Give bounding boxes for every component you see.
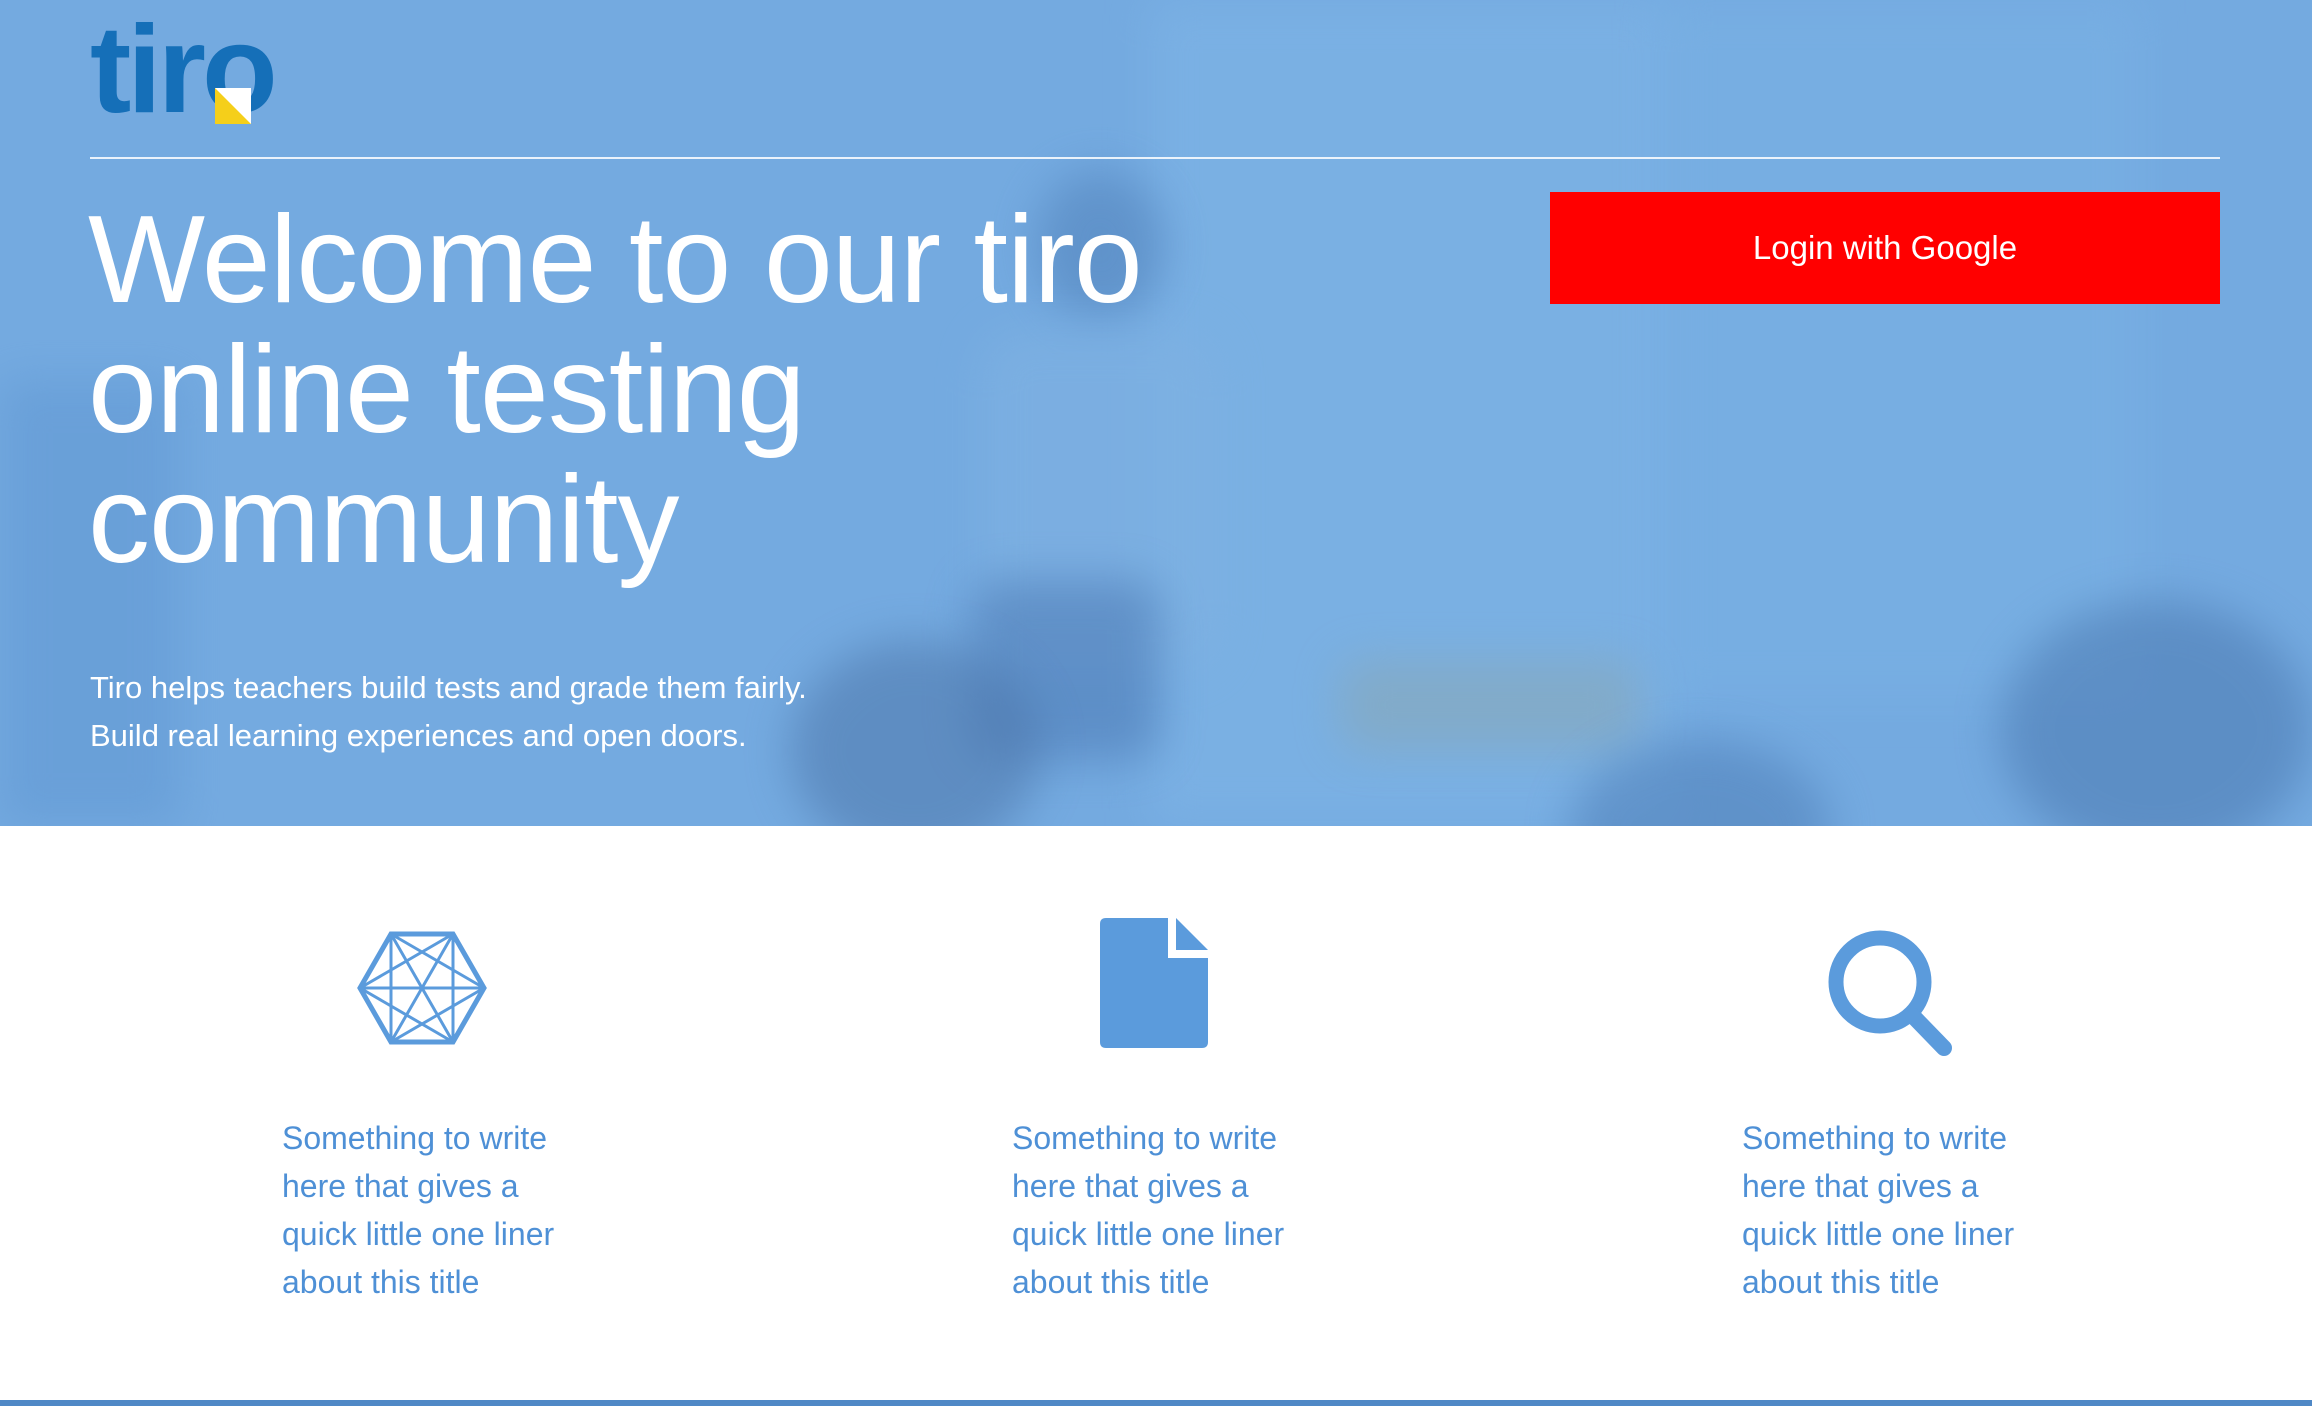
document-icon bbox=[1100, 918, 1208, 1048]
search-icon bbox=[1828, 930, 1952, 1056]
header-divider bbox=[90, 157, 2220, 159]
hero-subtitle: Tiro helps teachers build tests and grad… bbox=[90, 664, 1090, 760]
feature-description: Something to write here that gives a qui… bbox=[1012, 1120, 1285, 1300]
features-section: Something to write here that gives a qui… bbox=[0, 826, 2312, 1406]
hero-title: Welcome to our tiro online testing commu… bbox=[88, 191, 1143, 589]
hero-subtitle-line: Tiro helps teachers build tests and grad… bbox=[90, 670, 807, 705]
tiro-logo[interactable]: tiro bbox=[90, 1, 300, 139]
hexagon-network-icon bbox=[357, 931, 487, 1045]
hero-section: tiro Welcome to our tiro online testing … bbox=[0, 0, 2312, 826]
footer-divider bbox=[0, 1400, 2312, 1406]
hero-subtitle-line: Build real learning experiences and open… bbox=[90, 718, 747, 753]
feature-description: Something to write here that gives a qui… bbox=[282, 1120, 555, 1300]
feature-description: Something to write here that gives a qui… bbox=[1742, 1120, 2015, 1300]
logo-accent-icon bbox=[215, 88, 251, 124]
login-with-google-button[interactable]: Login with Google bbox=[1550, 192, 2220, 304]
